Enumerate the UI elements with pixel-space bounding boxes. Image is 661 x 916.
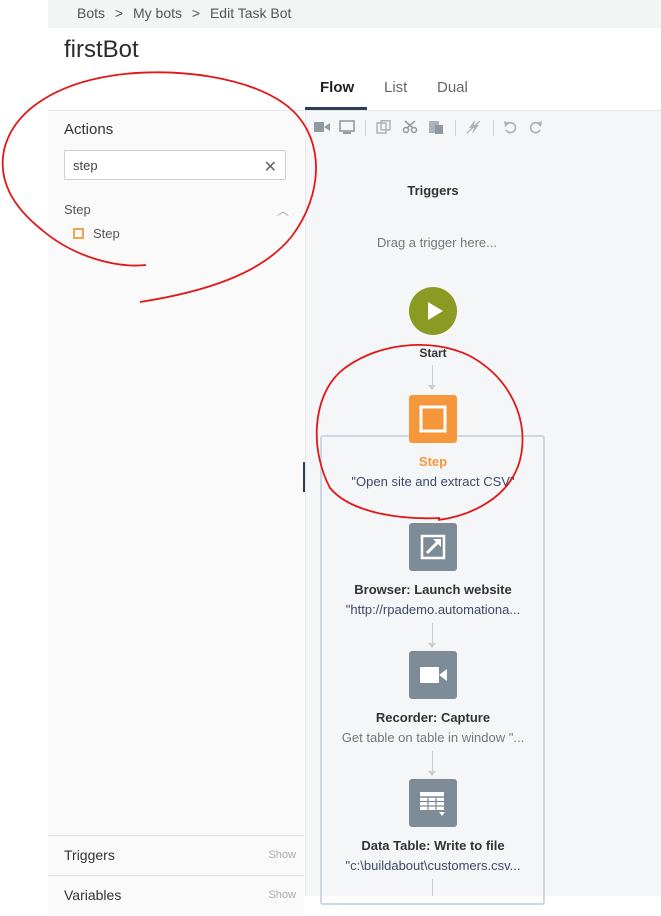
search-input[interactable] (65, 151, 261, 179)
flow-connector (432, 365, 433, 385)
category-step[interactable]: Step (64, 202, 91, 217)
step-square-icon (419, 405, 447, 433)
tab-list[interactable]: List (384, 79, 407, 96)
recorder-node-title: Recorder: Capture (375, 710, 491, 725)
datatable-write-node[interactable] (409, 779, 457, 827)
toolbar-separator (365, 120, 366, 136)
triggers-section[interactable]: Triggers Show (48, 835, 304, 876)
screen-icon[interactable] (339, 120, 355, 134)
copy-icon[interactable] (376, 120, 392, 134)
record-icon[interactable] (314, 120, 330, 134)
variables-show-link[interactable]: Show (268, 889, 296, 901)
step-node-title: Step (418, 454, 448, 469)
active-tab-indicator (305, 107, 367, 110)
triggers-section-label: Triggers (64, 847, 115, 863)
triggers-title: Triggers (407, 183, 459, 198)
cut-icon[interactable] (402, 120, 418, 134)
browser-node-title: Browser: Launch website (354, 582, 512, 597)
step-icon (73, 228, 84, 239)
action-item-step[interactable]: Step (73, 226, 120, 241)
paste-icon[interactable] (428, 120, 444, 134)
video-camera-icon (420, 667, 447, 683)
disable-icon[interactable] (466, 120, 482, 134)
trigger-drop-hint[interactable]: Drag a trigger here... (305, 235, 569, 250)
actions-search-box[interactable]: ✕ (64, 150, 286, 180)
variables-section-label: Variables (64, 887, 122, 903)
recorder-node-desc: Get table on table in window "... (341, 730, 525, 745)
page-title: firstBot (64, 36, 139, 63)
breadcrumb-my-bots[interactable]: My bots (133, 5, 182, 21)
triggers-show-link[interactable]: Show (268, 849, 296, 861)
action-item-label: Step (93, 226, 120, 241)
start-node[interactable] (409, 287, 457, 335)
breadcrumb-current: Edit Task Bot (209, 5, 292, 21)
undo-icon[interactable] (503, 120, 519, 134)
datatable-node-desc: "c:\buildabout\customers.csv... (345, 858, 521, 873)
step-node[interactable] (409, 395, 457, 443)
tab-flow[interactable]: Flow (320, 79, 354, 96)
breadcrumb: Bots > My bots > Edit Task Bot (77, 5, 297, 21)
flow-connector (432, 623, 433, 643)
flow-arrow (428, 385, 436, 390)
breadcrumb-sep: > (114, 5, 124, 21)
left-gutter (0, 0, 48, 896)
table-icon (420, 792, 445, 816)
tab-dual[interactable]: Dual (437, 79, 468, 96)
toolbar-separator (455, 120, 456, 136)
chevron-up-icon[interactable]: ︿ (277, 202, 289, 219)
close-icon[interactable]: ✕ (264, 157, 277, 177)
recorder-capture-node[interactable] (409, 651, 457, 699)
browser-launch-node[interactable] (409, 523, 457, 571)
breadcrumb-sep: > (191, 5, 201, 21)
datatable-node-title: Data Table: Write to file (361, 838, 505, 853)
play-icon (428, 302, 443, 320)
flow-connector (432, 879, 433, 896)
start-label: Start (419, 346, 447, 360)
browser-node-desc: "http://rpademo.automationa... (345, 602, 521, 617)
launch-arrow-icon (420, 534, 446, 560)
redo-icon[interactable] (527, 120, 543, 134)
actions-heading: Actions (64, 121, 114, 138)
flow-arrow (428, 643, 436, 648)
toolbar-separator (493, 120, 494, 136)
view-tabs: Flow List Dual (305, 70, 661, 111)
step-node-desc: "Open site and extract CSV" (351, 474, 515, 489)
breadcrumb-bots[interactable]: Bots (77, 5, 105, 21)
flow-toolbar (305, 112, 661, 144)
flow-connector (432, 751, 433, 771)
flow-arrow (428, 771, 436, 776)
